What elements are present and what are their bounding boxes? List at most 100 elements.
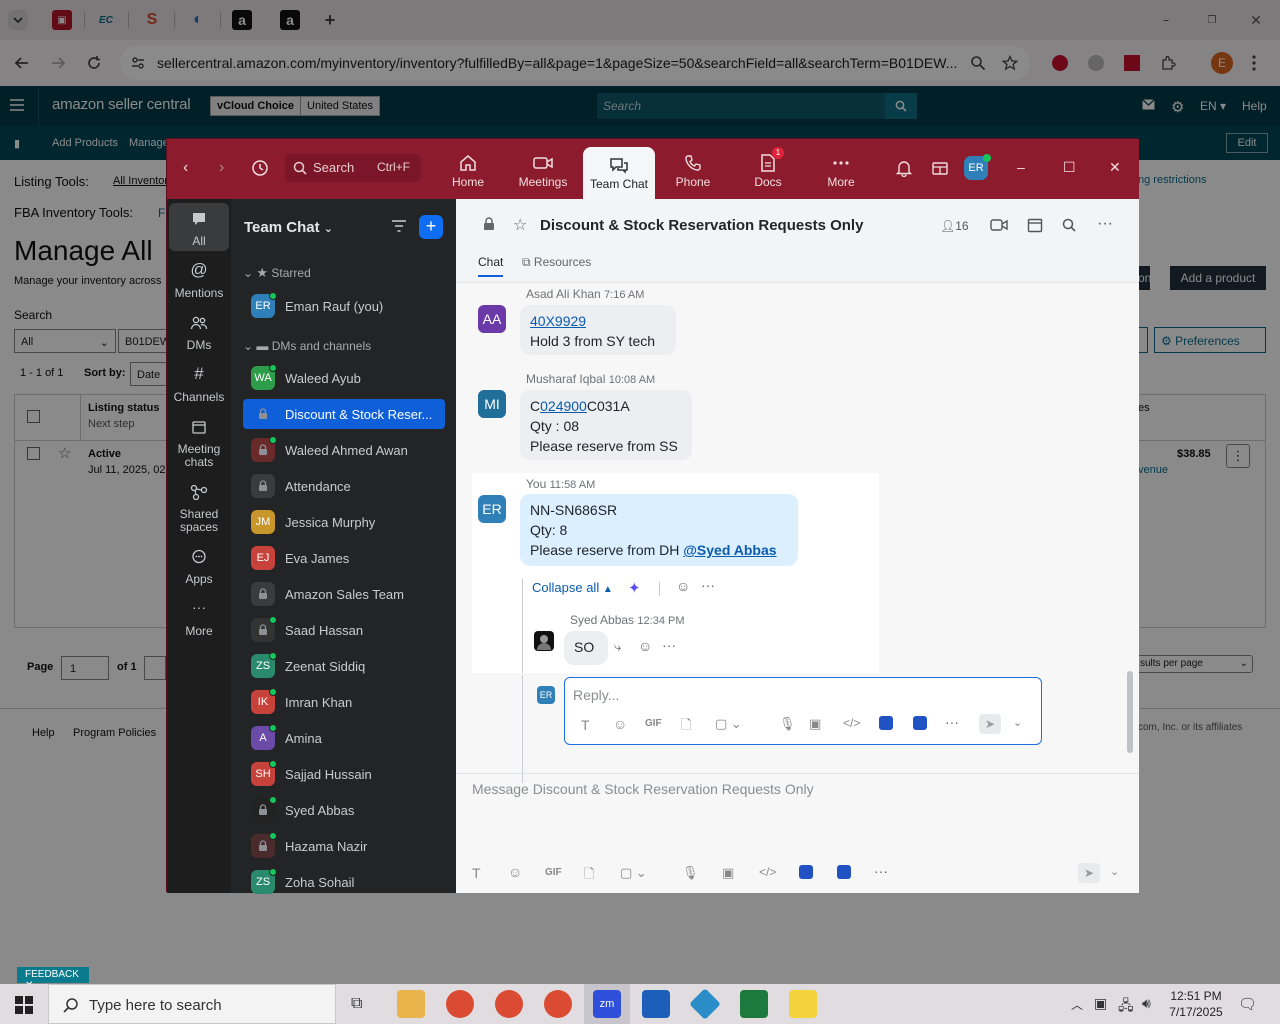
screenshot-icon[interactable]: ▢ ⌄ [620,865,647,881]
list-item[interactable]: ZS Zeenat Siddiq [243,651,445,681]
app-integration-2-icon[interactable] [837,865,851,879]
volume-icon[interactable]: 🔊︎ [1142,995,1151,1012]
tab-resources[interactable]: ⧉ Resources [522,255,591,270]
collapse-all-button[interactable]: Collapse all ▲ [532,580,613,595]
taskbar-search-box[interactable]: Type here to search [48,984,336,1024]
zoom-close-icon[interactable]: ✕ [1109,159,1121,176]
zoom-nav-docs[interactable]: 1 Docs [732,145,804,197]
send-options-chevron-icon[interactable]: ⌄ [1110,865,1119,878]
gif-button[interactable]: GIF [545,867,562,878]
gif-button[interactable]: GIF [645,718,662,729]
file-explorer-icon[interactable] [397,990,425,1018]
emoji-icon[interactable]: ☺ [508,864,522,880]
send-icon[interactable]: ➤ [1078,863,1100,883]
zoom-app-icon[interactable]: zm [593,990,621,1018]
sticky-notes-icon[interactable] [789,990,817,1018]
list-item[interactable]: SH Sajjad Hussain [243,759,445,789]
channel-video-icon[interactable] [990,218,1008,232]
excel-icon[interactable] [740,990,768,1018]
team-chat-dropdown[interactable]: Team Chat ⌄ [244,219,333,236]
notifications-bell-icon[interactable] [895,159,913,177]
rail-mentions[interactable]: @ Mentions [169,261,229,300]
zoom-nav-phone[interactable]: Phone [657,145,729,197]
reply-composer[interactable]: Reply... T ☺ GIF 🗋︎ ▢ ⌄ 🎙︎ ▣ </> ··· ➤ ⌄ [564,677,1042,745]
code-snippet-icon[interactable]: </> [843,716,860,730]
notifications-icon[interactable]: 🗨︎ [1238,995,1257,1013]
tab-chat[interactable]: Chat [478,255,504,277]
reply-bubble[interactable]: SO [564,631,608,665]
reply-thread-icon[interactable]: ⤷ [614,639,621,655]
list-item[interactable]: Hazama Nazir [243,831,445,861]
app-integration-2-icon[interactable] [913,716,927,730]
message-more-icon[interactable]: ··· [701,577,715,593]
list-item[interactable]: IK Imran Khan [243,687,445,717]
send-options-chevron-icon[interactable]: ⌄ [1013,716,1022,729]
outlook-icon[interactable] [642,990,670,1018]
rail-meeting-chats[interactable]: Meeting chats [169,419,229,469]
rail-more[interactable]: ··· More [169,600,229,638]
taskbar-clock[interactable]: 12:51 PM 7/17/2025 [1166,988,1226,1020]
rail-shared-spaces[interactable]: Shared spaces [169,484,229,534]
mention-link[interactable]: @Syed Abbas [683,542,776,558]
list-item[interactable]: Amazon Sales Team [243,579,445,609]
text-format-icon[interactable]: T [472,865,481,881]
composer-more-icon[interactable]: ··· [874,863,888,879]
list-item[interactable]: Attendance [243,471,445,501]
list-item[interactable]: ZS Zoha Sohail [243,867,445,897]
message-bubble[interactable]: 40X9929 Hold 3 from SY tech [520,305,676,355]
reply-avatar[interactable] [534,631,554,651]
list-item[interactable]: ER Eman Rauf (you) [243,291,445,321]
send-icon[interactable]: ➤ [979,714,1001,734]
rail-dms[interactable]: DMs [169,315,229,352]
zoom-nav-team-chat[interactable]: Team Chat [583,147,655,199]
chat-scrollbar[interactable] [1127,671,1133,753]
message-bubble-own[interactable]: NN-SN686SR Qty: 8 Please reserve from DH… [520,494,798,566]
chrome-profile-2-icon[interactable] [495,990,523,1018]
message-input[interactable]: Message Discount & Stock Reservation Req… [472,781,814,797]
list-item[interactable]: JM Jessica Murphy [243,507,445,537]
list-item[interactable]: Saad Hassan [243,615,445,645]
zoom-nav-meetings[interactable]: Meetings [507,145,579,197]
dms-channels-section[interactable]: ⌄ ▬ DMs and channels [243,339,371,353]
zoom-maximize-icon[interactable]: ☐ [1063,159,1076,176]
chrome-profile-3-icon[interactable] [544,990,572,1018]
emoji-icon[interactable]: ☺ [613,716,627,732]
history-clock-icon[interactable] [251,159,269,177]
zoom-nav-more[interactable]: More [805,145,877,197]
list-item[interactable]: EJ Eva James [243,543,445,573]
channel-more-icon[interactable]: ··· [1097,215,1113,233]
message-link[interactable]: 024900 [540,398,587,414]
list-item[interactable]: WA Waleed Ayub [243,363,445,393]
chrome-profile-1-icon[interactable] [446,990,474,1018]
channel-search-icon[interactable] [1062,218,1076,232]
file-icon[interactable]: 🗋︎ [584,865,594,887]
starred-section[interactable]: ⌄ ★ Starred [243,265,311,281]
avatar[interactable]: AA [478,305,506,333]
zoom-back-icon[interactable]: ‹ [183,159,188,177]
rail-all[interactable]: All [169,203,229,251]
list-item[interactable]: A Amina [243,723,445,753]
avatar[interactable]: ER [478,495,506,523]
code-snippet-icon[interactable]: </> [759,865,776,879]
app-diamond-icon[interactable] [689,988,721,1020]
whiteboard-icon[interactable] [931,159,949,177]
windows-start-icon[interactable] [15,996,33,1014]
network-icon[interactable]: 🖧︎ [1118,995,1134,1019]
reply-more-icon[interactable]: ··· [662,637,676,653]
list-item[interactable]: Discount & Stock Reser... [243,399,445,429]
zoom-nav-home[interactable]: Home [432,145,504,197]
text-format-icon[interactable]: T [581,717,590,733]
reply-input[interactable]: Reply... [573,687,619,703]
message-link[interactable]: 40X9929 [530,313,586,329]
app-integration-1-icon[interactable] [799,865,813,879]
list-item[interactable]: Syed Abbas [243,795,445,825]
app-integration-1-icon[interactable] [879,716,893,730]
members-count[interactable]: 👤︎16 [940,219,969,233]
microphone-icon[interactable]: 🎙︎ [682,865,699,881]
add-reaction-icon[interactable]: ☺ [676,578,690,594]
composer-more-icon[interactable]: ··· [945,714,959,730]
ai-sparkle-icon[interactable]: ✦ [628,579,641,597]
tray-app-icon[interactable]: ▣ [1094,995,1107,1012]
task-view-icon[interactable]: ⧉ [351,995,362,1013]
video-message-icon[interactable]: ▣ [722,865,734,881]
